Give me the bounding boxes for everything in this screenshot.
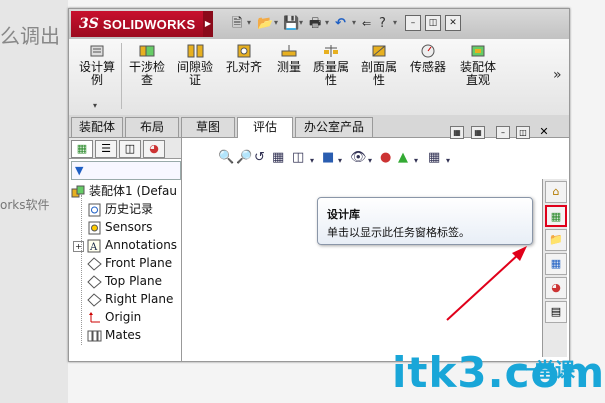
watermark-sub: 一堂课 — [515, 358, 575, 382]
site-watermark: itk3.com 一堂课 — [392, 348, 605, 398]
arrow-line — [446, 252, 521, 321]
annotation-arrow — [446, 246, 527, 321]
